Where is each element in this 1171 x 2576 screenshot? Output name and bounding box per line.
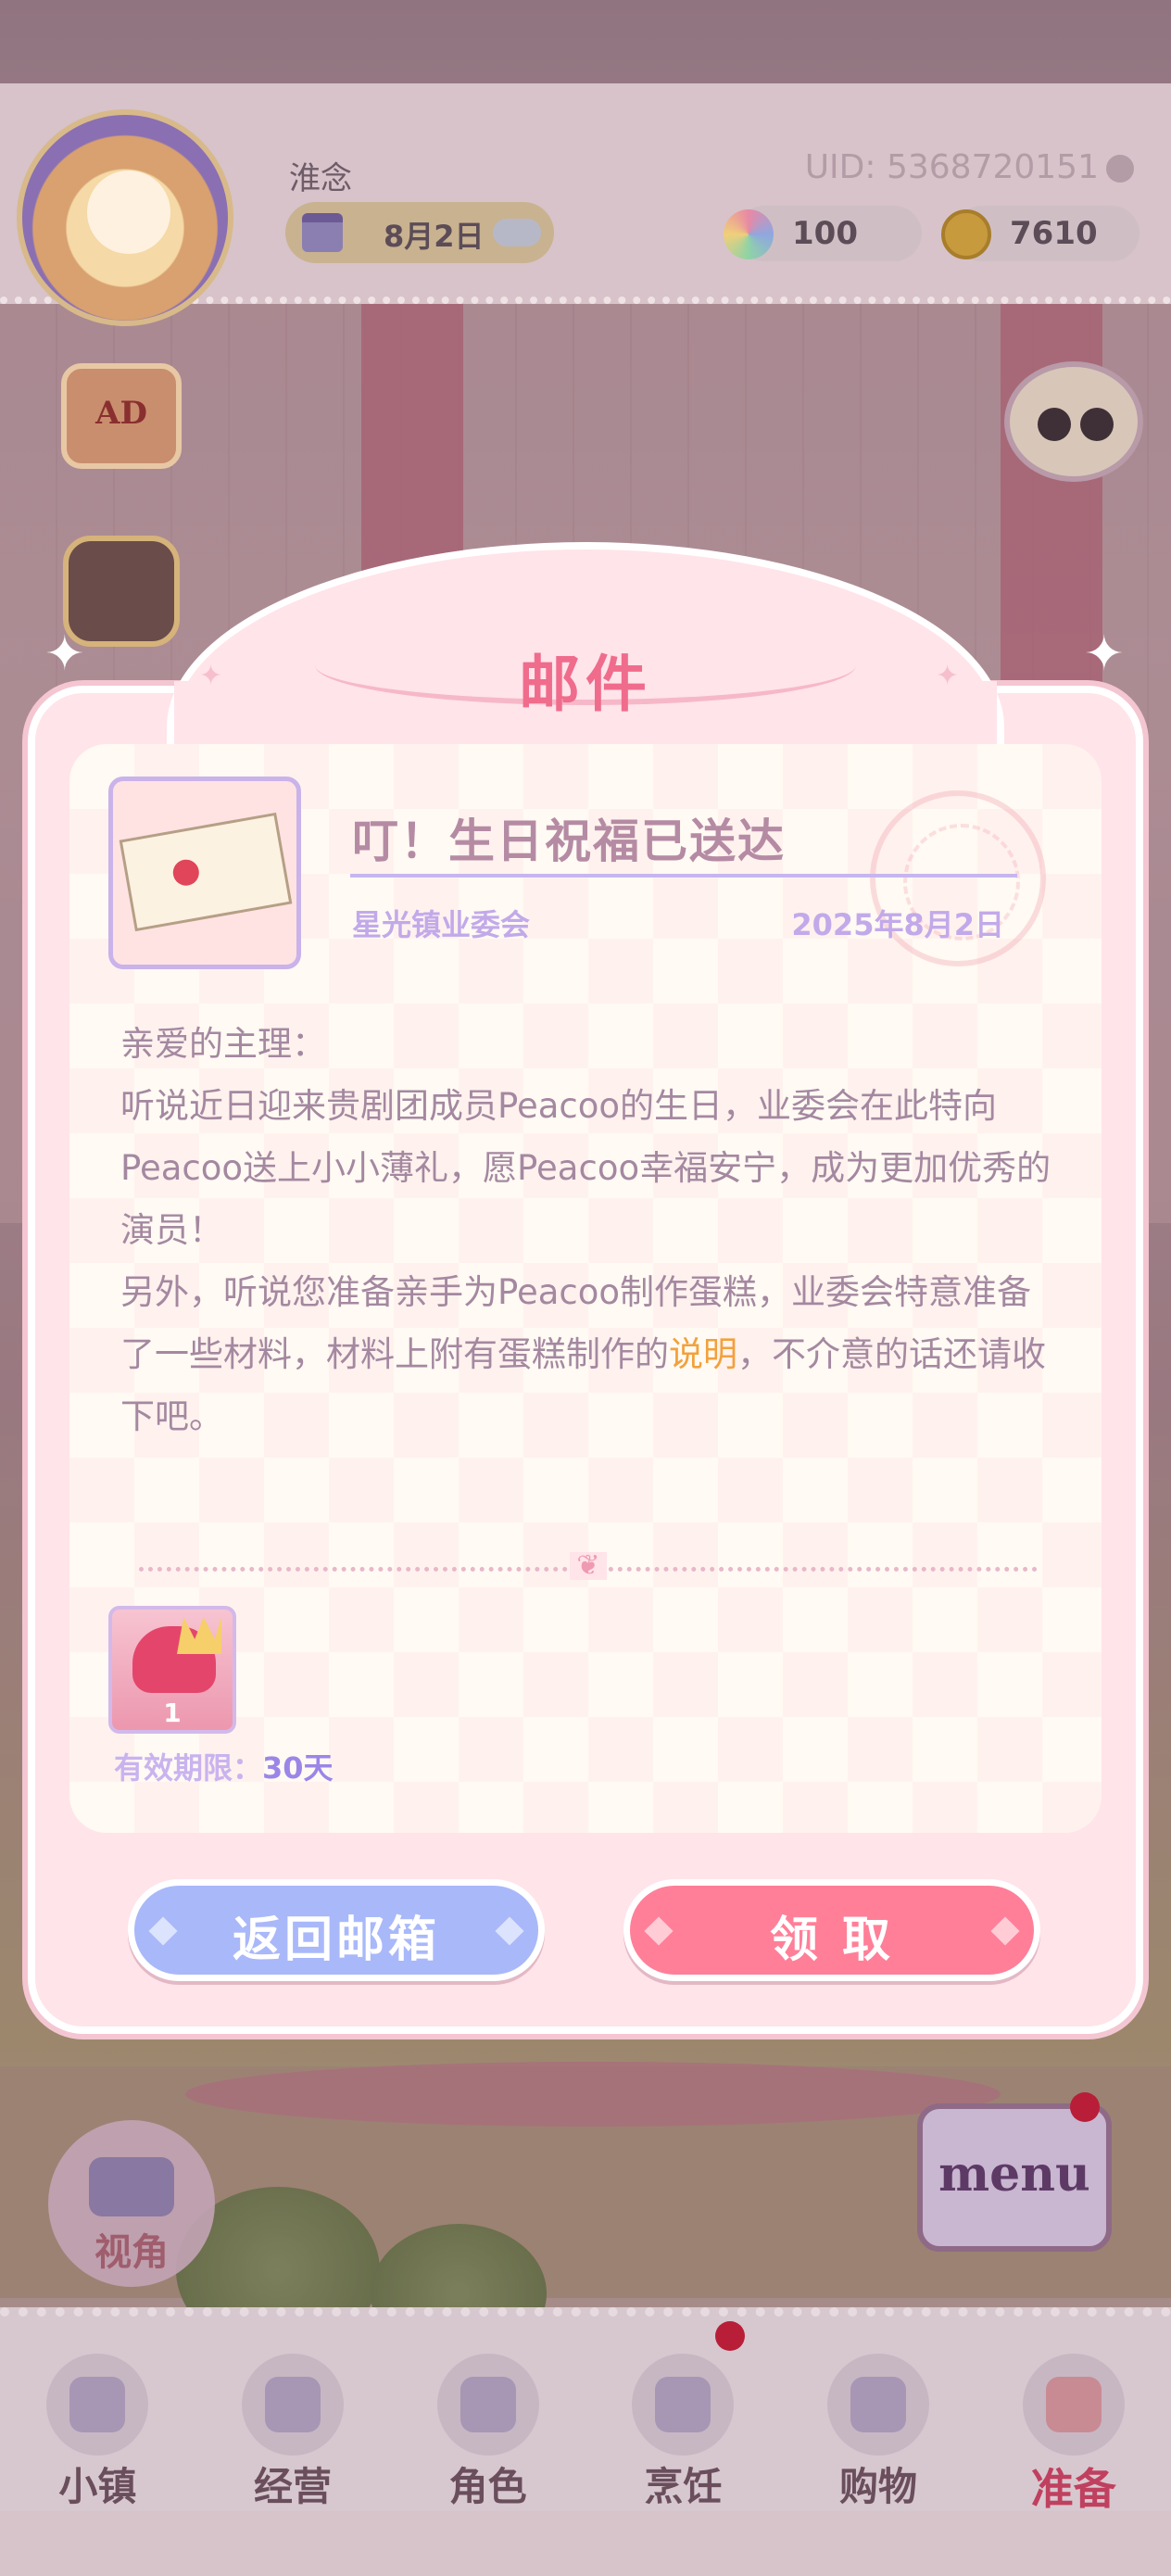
uid-settings-icon [1106,155,1134,183]
basket-icon [1022,2354,1125,2456]
back-button-label: 返回邮箱 [232,1913,440,1968]
mail-body: 亲爱的主理： 听说近日迎来贵剧团成员Peacoo的生日，业委会在此特向Peaco… [120,1013,1056,1447]
letter-thumbnail [108,777,301,969]
dialog-title: 邮件 [519,649,652,720]
sparkle-icon: ✦ [199,660,223,692]
system-home-bar [0,2511,1171,2576]
coins-value: 7610 [1010,215,1098,252]
mail-dialog: 邮件 ✦ ✦ ✦ ✦ 叮！生日祝福已送达 星光镇业委会 2025年8月2日 亲爱… [28,542,1143,2034]
cat-eye-left [1038,408,1071,441]
back-to-mailbox-button[interactable]: 返回邮箱 [128,1879,545,1981]
mail-sender: 星光镇业委会 [352,907,531,942]
heart-seal-icon [170,857,202,888]
party-hat-icon [177,1617,221,1654]
menu-button[interactable]: menu [917,2103,1112,2252]
nav-business[interactable]: 经营 [195,2317,391,2520]
map-icon [46,2354,149,2456]
gem-icon [724,209,774,259]
cat-chat-button[interactable] [1004,361,1143,482]
reward-quantity: 1 [163,1698,182,1728]
player-avatar[interactable] [17,109,233,326]
character-icon [436,2354,539,2456]
coins-pill[interactable]: 7610 [941,206,1140,261]
bow-icon: ❦ [570,1552,607,1580]
cooking-notification-dot [715,2321,745,2351]
nav-label: 小镇 [58,2464,137,2509]
coin-icon [941,209,991,259]
cloud-icon [493,219,541,246]
gems-pill[interactable]: 100 [724,206,922,261]
ad-label: AD [95,395,147,432]
menu-label: menu [938,2146,1090,2203]
nav-label: 购物 [839,2464,918,2509]
date-pill[interactable]: 8月2日 [285,202,554,263]
nav-label: 准备 [1030,2464,1116,2514]
date-text: 8月2日 [384,219,485,254]
reward-item[interactable]: 1 [108,1606,236,1734]
nav-shopping[interactable]: 购物 [781,2317,976,2520]
mail-date: 2025年8月2日 [791,907,1004,942]
calendar-icon [302,213,343,252]
avatar-face [87,170,170,254]
sparkle-icon: ✦ [936,660,960,692]
cat-eye-right [1080,408,1114,441]
view-angle-button[interactable]: 视角 [48,2120,215,2287]
instructions-link[interactable]: 说明 [669,1334,737,1374]
uid-display[interactable]: UID: 5368720151 [805,148,1134,186]
nav-cooking[interactable]: 烹饪 [586,2317,781,2520]
camera-icon [89,2157,174,2216]
expiry-info: 有效期限：30天 [114,1745,334,1787]
subject-underline [350,874,1017,878]
expiry-label: 有效期限： [114,1750,263,1786]
nav-characters[interactable]: 角色 [390,2317,586,2520]
uid-text: UID: 5368720151 [804,148,1099,186]
nav-label: 经营 [254,2464,333,2509]
nav-label: 烹饪 [644,2464,723,2509]
nav-town[interactable]: 小镇 [0,2317,195,2520]
letter-icon [119,812,293,932]
mail-body-text: 亲爱的主理： 听说近日迎来贵剧团成员Peacoo的生日，业委会在此特向Peaco… [120,1024,1051,1374]
player-name: 淮念 [289,160,352,197]
gems-value: 100 [792,215,858,252]
mail-subject: 叮！生日祝福已送达 [352,814,786,868]
cake-icon [632,2354,735,2456]
mail-content-card: 叮！生日祝福已送达 星光镇业委会 2025年8月2日 亲爱的主理： 听说近日迎来… [69,744,1102,1833]
nav-label: 角色 [448,2464,527,2509]
bottom-nav: 小镇 经营 角色 烹饪 购物 准备 [0,2307,1171,2520]
claim-button-label: 领 取 [769,1913,895,1968]
claim-button[interactable]: 领 取 [623,1879,1040,1981]
nav-prepare[interactable]: 准备 [976,2317,1171,2520]
shopping-bag-icon [827,2354,930,2456]
expiry-value: 30天 [262,1750,334,1786]
sparkle-icon: ✦ [1084,626,1125,682]
sparkle-icon: ✦ [44,626,85,682]
view-angle-label: 视角 [94,2231,169,2274]
lock-bag-icon [242,2354,344,2456]
ad-button[interactable]: AD [61,363,182,469]
menu-notification-dot [1070,2092,1100,2122]
